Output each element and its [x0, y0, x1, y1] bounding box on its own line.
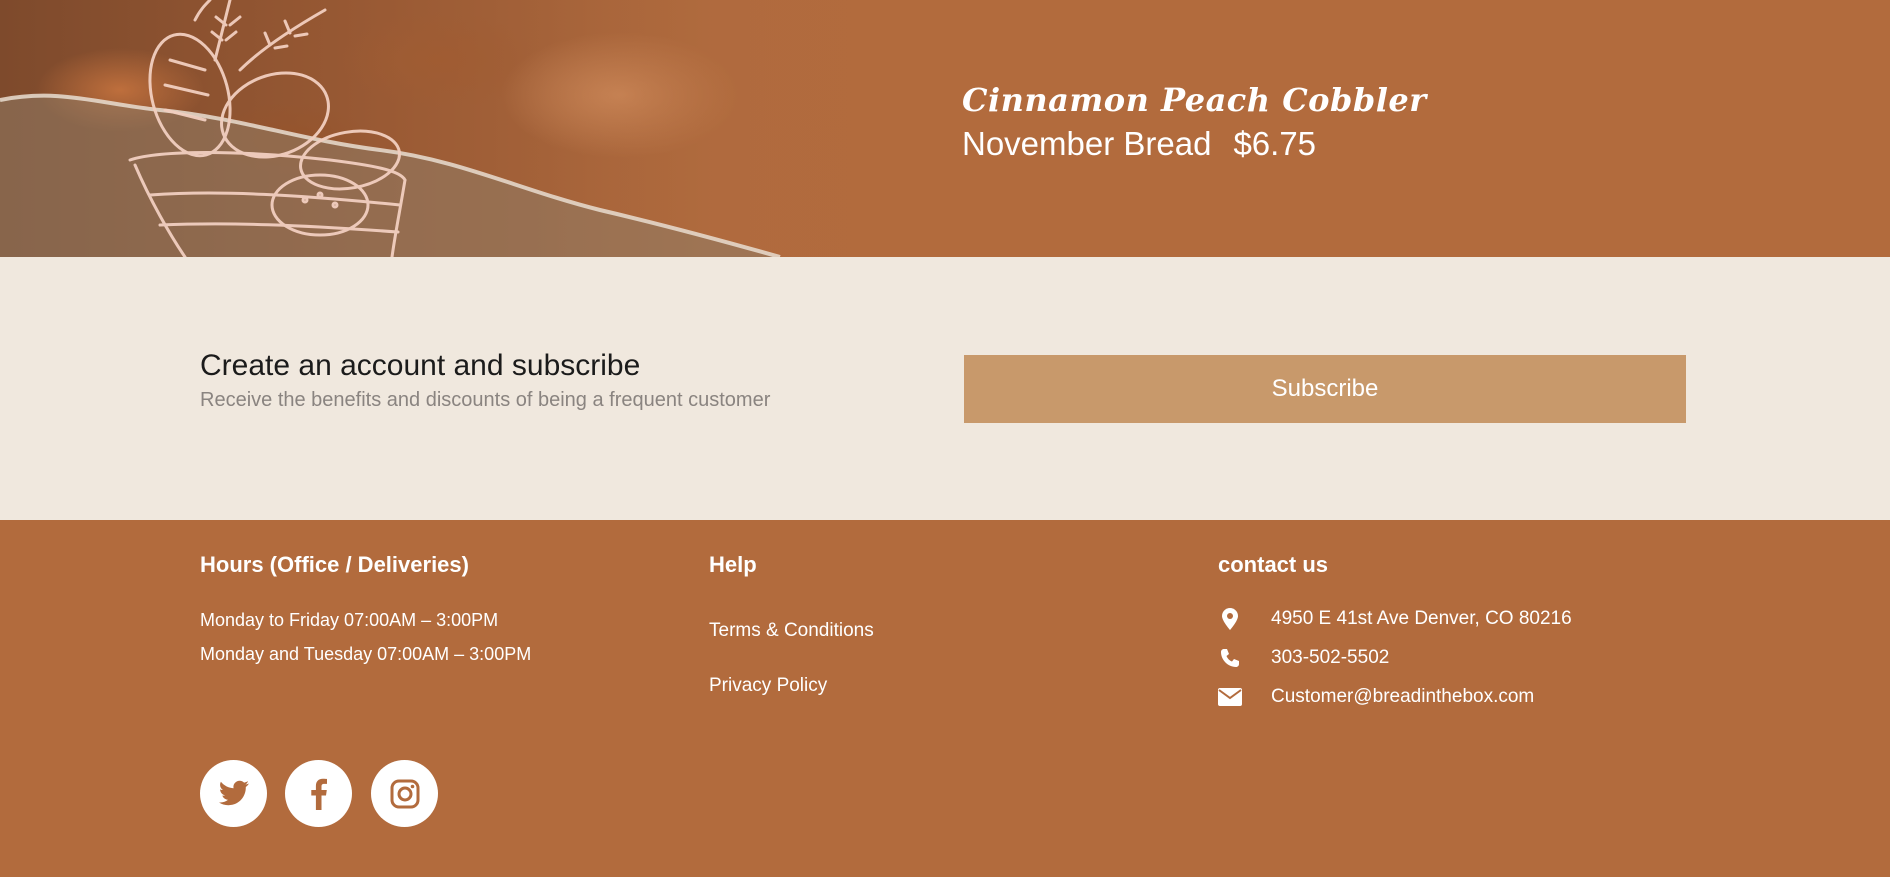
twitter-button[interactable] — [200, 760, 267, 827]
product-name: November Bread — [962, 125, 1212, 162]
subscribe-button[interactable]: Subscribe — [964, 355, 1686, 423]
hero-script-title: Cinnamon Peach Cobbler — [962, 81, 1427, 119]
email-text: Customer@breadinthebox.com — [1271, 686, 1535, 707]
facebook-button[interactable] — [285, 760, 352, 827]
contact-title: contact us — [1218, 552, 1329, 577]
twitter-icon — [218, 780, 249, 805]
contact-address: 4950 E 41st Ave Denver, CO 80216 — [1218, 606, 1572, 632]
terms-conditions-link[interactable]: Terms & Conditions — [709, 620, 874, 642]
address-text: 4950 E 41st Ave Denver, CO 80216 — [1271, 608, 1572, 629]
phone-text: 303-502-5502 — [1271, 647, 1390, 668]
footer: Hours (Office / Deliveries) Monday to Fr… — [0, 520, 1890, 877]
privacy-policy-link[interactable]: Privacy Policy — [709, 675, 827, 697]
map-pin-icon — [1218, 607, 1242, 631]
hero-product-line: November Bread $6.75 — [962, 122, 1427, 166]
facebook-icon — [310, 778, 327, 810]
hours-title: Hours (Office / Deliveries) — [200, 552, 469, 577]
hero-text: Cinnamon Peach Cobbler November Bread $6.… — [962, 80, 1427, 166]
hours-line-mon-tue: Monday and Tuesday 07:00AM – 3:00PM — [200, 644, 532, 664]
hero-banner: Cinnamon Peach Cobbler November Bread $6.… — [0, 0, 1890, 257]
subscribe-title: Create an account and subscribe — [200, 349, 641, 382]
bread-basket-illustration — [0, 0, 781, 257]
subscribe-section: Create an account and subscribe Receive … — [0, 257, 1890, 520]
contact-phone[interactable]: 303-502-5502 — [1218, 645, 1389, 671]
phone-icon — [1218, 646, 1242, 670]
instagram-button[interactable] — [371, 760, 438, 827]
instagram-icon — [390, 779, 419, 808]
help-title: Help — [709, 552, 757, 577]
product-price: $6.75 — [1233, 125, 1317, 162]
hours-line-weekdays: Monday to Friday 07:00AM – 3:00PM — [200, 610, 499, 630]
contact-email[interactable]: Customer@breadinthebox.com — [1218, 684, 1534, 710]
envelope-icon — [1218, 685, 1242, 709]
subscribe-description: Receive the benefits and discounts of be… — [200, 389, 771, 411]
